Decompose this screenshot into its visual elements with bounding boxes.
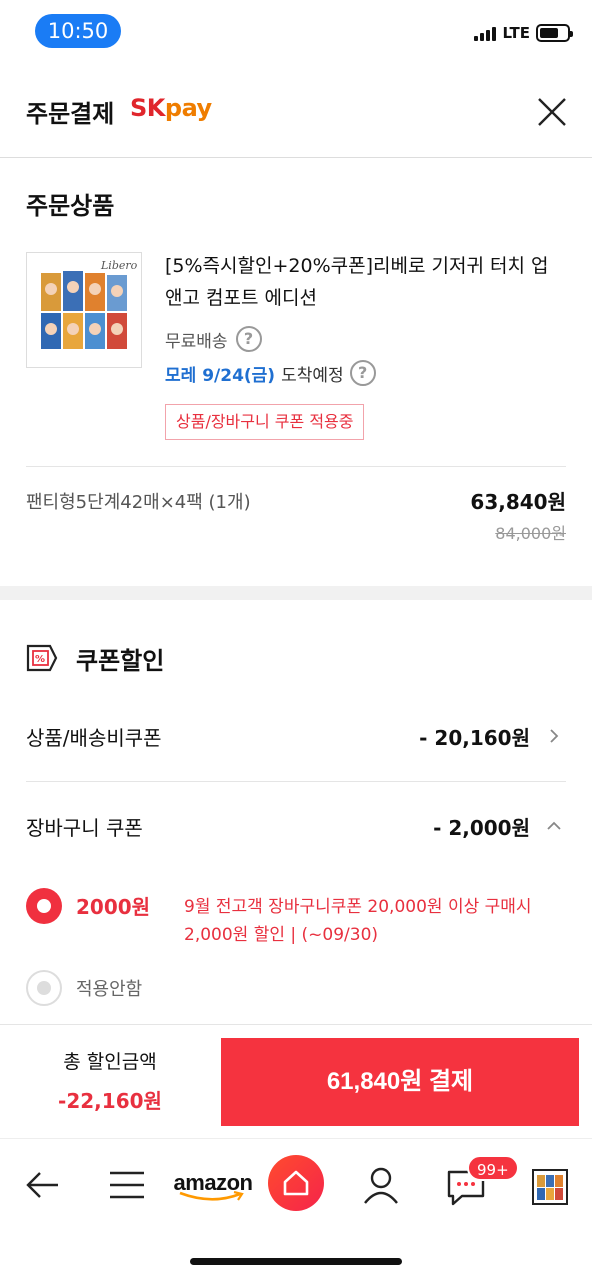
my-page-icon[interactable] [362,1165,400,1205]
shipping-info: 무료배송 ? [165,326,262,352]
product-image: Libero [27,253,141,367]
back-arrow-icon[interactable] [22,1165,62,1205]
coupon-option-value[interactable]: 2000원 [76,891,150,920]
coupon-radio-none[interactable] [26,970,62,1006]
amazon-logo[interactable]: amazon [170,1163,256,1203]
coupon-none-label[interactable]: 적용안함 [76,975,142,1001]
network-label: LTE [502,24,530,42]
page-title: 주문결제 [26,100,115,128]
original-price: 84,000원 [495,524,566,543]
product-coupon-label[interactable]: 상품/배송비쿠폰 [26,722,162,751]
notification-badge: 99+ [467,1155,519,1181]
pay-bar: 총 할인금액 -22,160원 61,840원 결제 [0,1024,592,1138]
coupon-radio-selected[interactable] [26,888,62,924]
battery-icon [536,24,573,42]
shipping-label: 무료배송 [165,331,228,352]
home-button[interactable] [268,1155,324,1211]
home-icon [283,1170,309,1196]
section-separator [0,586,592,600]
home-indicator [190,1258,402,1265]
page-header: 주문결제 SKpay [0,64,592,158]
product-thumbnail[interactable]: Libero [26,252,142,368]
arrival-suffix: 도착예정 [281,365,344,386]
help-icon[interactable]: ? [349,360,376,386]
svg-text:%: % [35,654,45,665]
close-icon[interactable] [536,96,568,128]
status-time: 10:50 [35,14,121,48]
status-bar: 10:50 LTE [0,0,592,64]
status-indicators: LTE [474,24,573,42]
coupon-icon: % [26,644,58,672]
svg-text:Libero: Libero [100,259,138,272]
menu-icon[interactable] [108,1165,146,1205]
chevron-up-icon[interactable] [546,818,562,834]
product-coupon-value[interactable]: - 20,160원 [419,722,530,751]
product-option: 팬티형5단계42매×4팩 (1개) [26,492,251,513]
coupon-applied-badge: 상품/장바구니 쿠폰 적용중 [165,404,365,440]
amazon-smile-icon [179,1191,244,1201]
skpay-logo: SKpay [130,94,212,122]
chevron-right-icon[interactable] [546,728,562,744]
cart-coupon-value[interactable]: - 2,000원 [433,812,530,841]
recent-product-thumbnail[interactable] [532,1167,568,1207]
pay-button[interactable]: 61,840원 결제 [221,1038,579,1126]
product-price: 63,840원 [470,490,566,514]
product-name[interactable]: [5%즉시할인+20%쿠폰]리베로 기저귀 터치 업앤고 컴포트 에디션 [165,250,565,314]
coupon-section-title: 쿠폰할인 [76,647,165,675]
divider [26,781,566,782]
coupon-option-description: 9월 전고객 장바구니쿠폰 20,000원 이상 구매시 2,000원 할인 |… [184,897,532,945]
signal-icon [474,25,497,41]
divider [26,466,566,467]
arrival-info: 모레 9/24(금) 도착예정 ? [165,360,376,386]
arrival-date: 모레 9/24(금) [165,365,276,386]
order-section-title: 주문상품 [26,192,115,220]
help-icon[interactable]: ? [235,326,262,352]
cart-coupon-label[interactable]: 장바구니 쿠폰 [26,812,143,841]
total-discount-value: -22,160원 [58,1089,162,1113]
total-discount-label: 총 할인금액 [63,1051,157,1073]
